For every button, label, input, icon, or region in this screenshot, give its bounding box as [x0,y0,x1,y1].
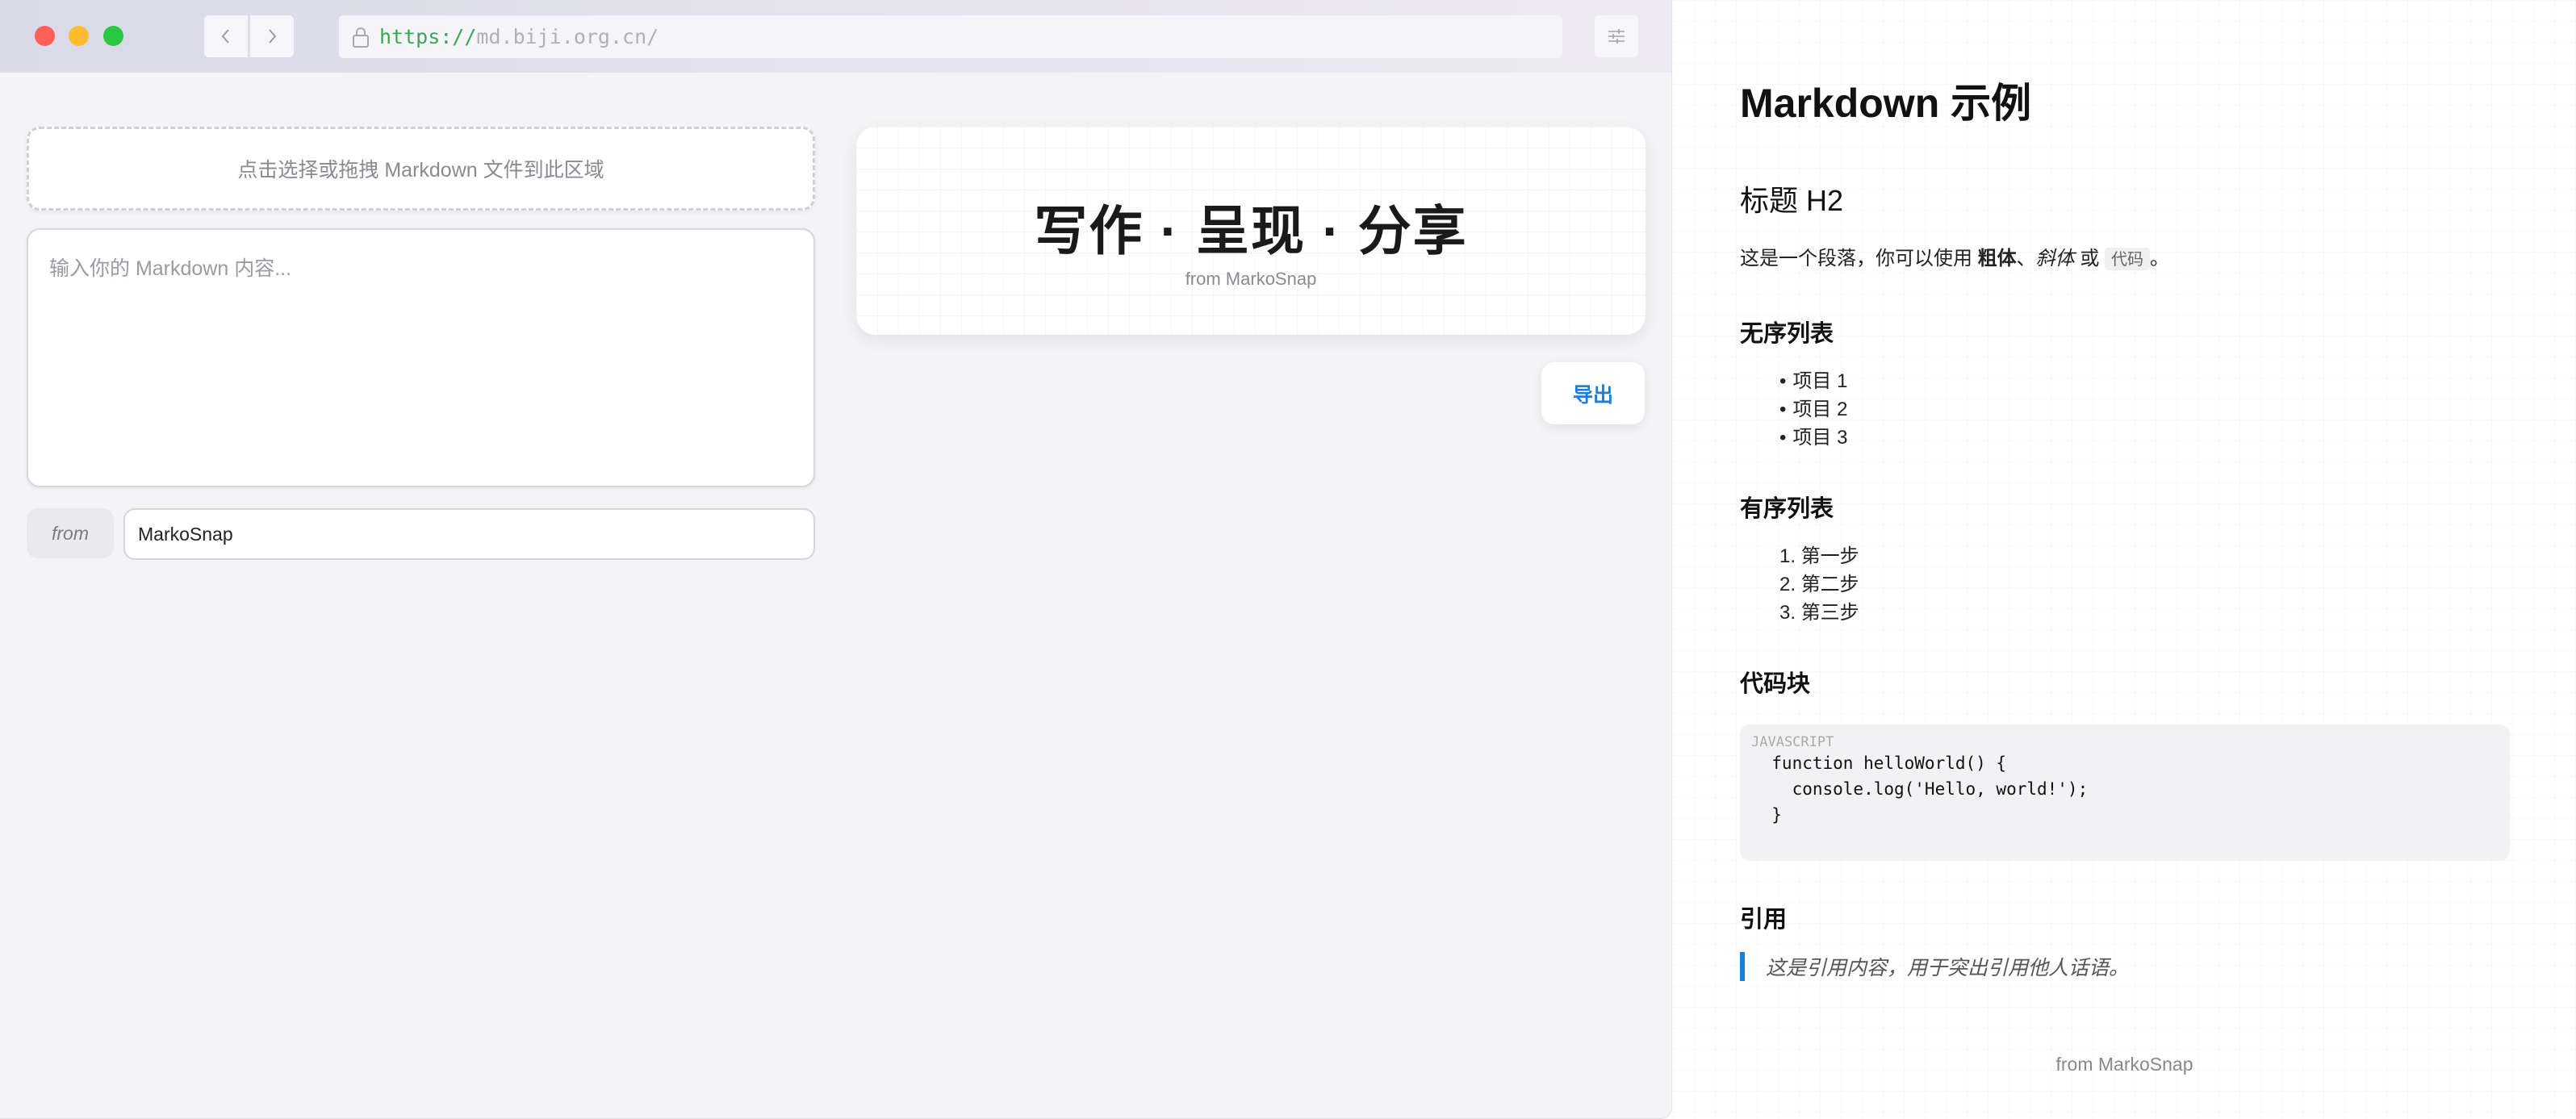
code-line: function helloWorld() { [1751,754,2007,773]
list-item: 2. 第二步 [1779,570,1859,599]
code-language-label: JAVASCRIPT [1751,734,1834,750]
list-number: 1. [1779,545,1796,567]
cover-title: 写作 · 呈现 · 分享 [1034,201,1468,261]
settings-button[interactable] [1595,15,1638,57]
url-host: md.biji.org.cn/ [476,25,659,48]
address-bar[interactable]: https://md.biji.org.cn/ [339,15,1562,58]
lock-icon [353,27,369,48]
markdown-editor[interactable]: 输入你的 Markdown 内容... [27,228,815,487]
quote-heading: 引用 [1740,907,1788,933]
list-item: 项目 3 [1779,424,1847,452]
url-scheme: https:// [379,25,477,48]
browser-window: https://md.biji.org.cn/ 点击选择或拖拽 Markdown… [0,0,1672,1119]
para-italic: 斜体 [2035,248,2075,269]
code-line: } [1751,805,1782,825]
list-number: 2. [1779,574,1796,595]
from-label: from [27,508,114,558]
para-prefix: 这是一个段落，你可以使用 [1740,248,1978,269]
preview-paragraph: 这是一个段落，你可以使用 粗体、斜体 或 代码。 [1740,242,2169,270]
sliders-icon [1608,29,1625,44]
para-code: 代码 [2105,248,2151,270]
markdown-preview: Markdown 示例 标题 H2 这是一个段落，你可以使用 粗体、斜体 或 代… [1673,0,2576,1119]
list-text: 第二步 [1800,574,1859,595]
ordered-list-heading: 有序列表 [1740,496,1834,522]
cover-card: 写作 · 呈现 · 分享 from MarkoSnap [856,127,1646,335]
code-block: JAVASCRIPT function helloWorld() { conso… [1740,724,2510,861]
minimize-window-button[interactable] [69,26,89,46]
back-button[interactable] [204,15,248,57]
forward-button[interactable] [250,15,294,57]
list-item: 项目 1 [1779,367,1847,395]
preview-h2: 标题 H2 [1740,184,1844,217]
unordered-list: 项目 1 项目 2 项目 3 [1779,367,1847,452]
cover-from: from MarkoSnap [1185,269,1317,289]
code-block-heading: 代码块 [1740,671,1811,697]
title-bar: https://md.biji.org.cn/ [0,0,1671,73]
close-window-button[interactable] [35,26,55,46]
list-text: 第一步 [1800,545,1859,567]
code-line: console.log('Hello, world!'); [1751,779,2089,799]
maximize-window-button[interactable] [103,26,123,46]
ordered-list: 1. 第一步 2. 第二步 3. 第三步 [1779,542,1859,627]
chevron-right-icon [269,29,277,44]
blockquote: 这是引用内容，用于突出引用他人话语。 [1740,952,2129,981]
list-number: 3. [1779,602,1796,624]
preview-h1: Markdown 示例 [1740,81,2032,126]
unordered-list-heading: 无序列表 [1740,321,1834,347]
list-item: 项目 2 [1779,395,1847,424]
file-dropzone[interactable]: 点击选择或拖拽 Markdown 文件到此区域 [27,127,815,211]
from-input[interactable]: MarkoSnap [123,508,815,560]
list-item: 1. 第一步 [1779,542,1859,570]
para-suffix: 。 [2150,248,2170,269]
preview-footer: from MarkoSnap [2055,1054,2193,1075]
list-text: 第三步 [1800,602,1859,624]
chevron-left-icon [221,29,229,44]
export-button[interactable]: 导出 [1541,362,1645,424]
para-sep: 、 [2016,248,2036,269]
para-sep: 或 [2074,248,2106,269]
para-bold: 粗体 [1977,248,2017,269]
list-item: 3. 第三步 [1779,599,1859,627]
